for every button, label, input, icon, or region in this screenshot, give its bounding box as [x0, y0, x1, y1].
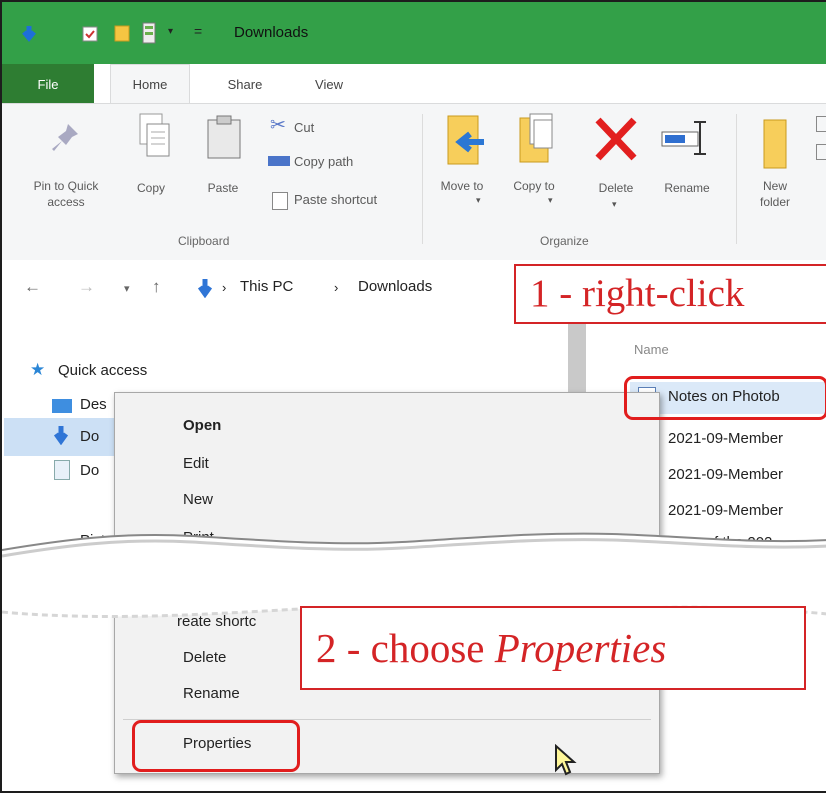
desktop-icon — [52, 399, 72, 413]
copy-icon — [139, 113, 170, 157]
tab-home[interactable]: Home — [110, 64, 190, 104]
move-to-button[interactable]: Move to — [440, 178, 484, 194]
menu-item-edit[interactable]: Edit — [183, 455, 209, 472]
nav-documents[interactable]: Do — [80, 462, 99, 479]
file-item[interactable]: 2021-09-Member — [668, 466, 783, 483]
breadcrumb-downloads[interactable]: Downloads — [358, 278, 432, 295]
pin-to-quick-access-button[interactable]: Pin to Quick access — [16, 178, 116, 210]
download-icon — [54, 426, 68, 445]
ribbon: Pin to Quick access Copy Paste ✂ Cut Cop… — [2, 103, 826, 261]
name-column-header[interactable]: Name — [634, 342, 669, 357]
breadcrumb-separator-icon: › — [222, 280, 227, 295]
step2-callout: 2 - choose Properties — [300, 606, 806, 690]
up-arrow-icon[interactable]: ↑ — [152, 277, 161, 297]
file-item[interactable]: 2021-09-Member — [668, 502, 783, 519]
ribbon-overflow-icon[interactable] — [816, 144, 826, 160]
forward-arrow-icon[interactable]: → — [78, 277, 95, 297]
nav-desktop[interactable]: Des — [80, 396, 107, 413]
qa-separator: = — [194, 23, 203, 39]
copy-to-dropdown-icon[interactable]: ▾ — [548, 195, 553, 206]
title-bar: ▾ = Downloads — [2, 2, 826, 64]
downloads-folder-icon — [198, 279, 212, 298]
ribbon-overflow-icon[interactable] — [816, 116, 826, 132]
selected-file-highlight — [624, 376, 826, 420]
paste-button[interactable]: Paste — [198, 180, 248, 196]
rename-button[interactable]: Rename — [654, 180, 720, 196]
nav-quick-access[interactable]: Quick access — [58, 362, 147, 379]
file-item[interactable]: 2021-09-Member — [668, 430, 783, 447]
copy-path-icon — [268, 156, 290, 166]
menu-item-open[interactable]: Open — [183, 417, 221, 434]
new-folder-qa-icon[interactable] — [114, 24, 130, 42]
tab-file[interactable]: File — [2, 64, 94, 104]
paste-icon — [207, 115, 241, 159]
new-folder-icon — [763, 119, 787, 169]
explorer-app-icon — [22, 26, 36, 42]
move-to-icon — [447, 115, 484, 165]
new-folder-button[interactable]: New folder — [750, 178, 800, 210]
copy-to-icon — [519, 113, 553, 163]
delete-button[interactable]: Delete — [588, 180, 644, 196]
copy-path-button[interactable]: Copy path — [294, 154, 353, 170]
nav-downloads[interactable]: Do — [80, 428, 99, 445]
rename-icon — [661, 121, 706, 155]
breadcrumb-separator-icon: › — [334, 280, 339, 295]
mouse-cursor-icon — [555, 744, 577, 776]
delete-dropdown-icon[interactable]: ▾ — [612, 199, 617, 210]
paste-shortcut-button[interactable]: Paste shortcut — [294, 192, 377, 208]
menu-item-delete[interactable]: Delete — [183, 649, 226, 666]
clipboard-group-label: Clipboard — [178, 234, 230, 248]
window-title: Downloads — [234, 24, 309, 41]
back-arrow-icon[interactable]: ← — [24, 277, 41, 297]
paste-shortcut-icon — [272, 192, 288, 210]
qa-toolbar-icon[interactable] — [142, 22, 156, 44]
delete-x-icon — [595, 117, 637, 161]
menu-item-new[interactable]: New — [183, 491, 213, 508]
pin-icon[interactable] — [46, 118, 86, 158]
star-icon: ★ — [30, 360, 46, 379]
copy-to-button[interactable]: Copy to — [512, 178, 556, 194]
tab-view[interactable]: View — [292, 64, 366, 104]
step2-emphasis: Properties — [494, 625, 667, 671]
move-to-dropdown-icon[interactable]: ▾ — [476, 195, 481, 206]
ribbon-separator — [736, 114, 737, 244]
properties-qa-icon[interactable] — [82, 26, 98, 42]
properties-highlight — [132, 720, 300, 772]
organize-group-label: Organize — [540, 234, 589, 248]
step1-callout: 1 - right-click — [514, 264, 826, 324]
qa-dropdown-icon[interactable]: ▾ — [168, 26, 173, 37]
file-explorer-window: ▾ = Downloads File Home Share View Pin t… — [0, 0, 826, 793]
ribbon-separator — [422, 114, 423, 244]
breadcrumb-this-pc[interactable]: This PC — [240, 278, 293, 295]
step2-text: 2 - choose — [316, 625, 495, 671]
scissors-icon: ✂ — [270, 115, 286, 136]
copy-button[interactable]: Copy — [126, 180, 176, 196]
cut-button[interactable]: Cut — [294, 120, 314, 136]
recent-dropdown-icon[interactable]: ▾ — [124, 282, 130, 295]
tab-share[interactable]: Share — [208, 64, 282, 104]
documents-icon — [54, 460, 70, 480]
menu-item-rename[interactable]: Rename — [183, 685, 240, 702]
